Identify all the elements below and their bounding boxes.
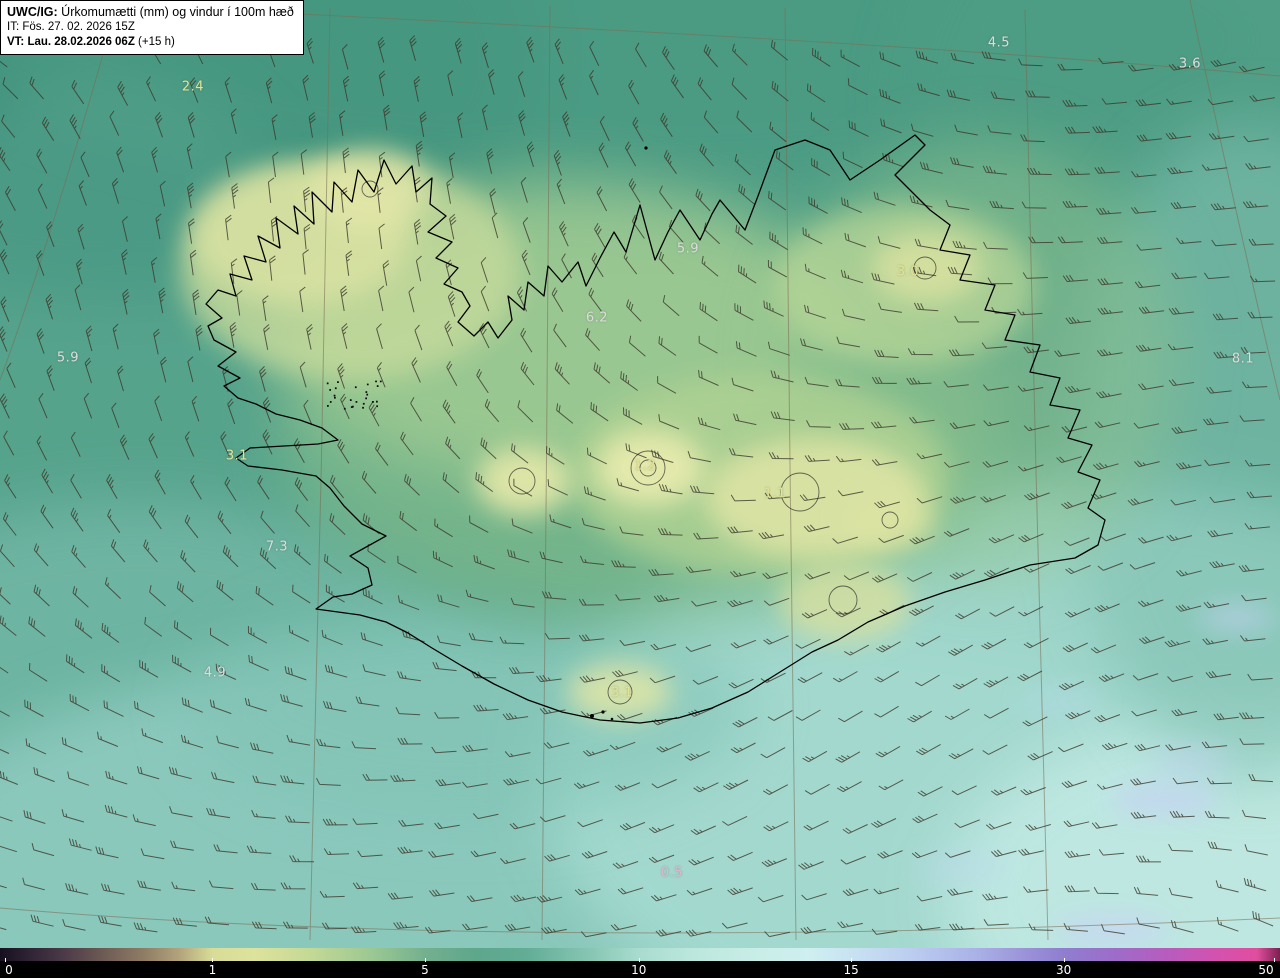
weather-map-page: 4.5 3.6 2.4 5.9 3.0 6.2 5.9 8.1 3.1 1.2 1.1 7.3 4.9 3… <box>0 0 1280 978</box>
colorbar-tick-mark <box>638 958 640 962</box>
colorbar-tick-mark <box>851 958 853 962</box>
model-name: UWC/IG: <box>7 5 58 19</box>
valid-time-offset: (+15 h) <box>134 36 175 49</box>
map-title: Úrkomumætti (mm) og vindur í 100m hæð <box>57 5 294 19</box>
map-title-line: UWC/IG: Úrkomumætti (mm) og vindur í 100… <box>7 4 294 20</box>
colorbar-tick-label: 50 <box>1258 963 1274 977</box>
colorbar-tick-label: 10 <box>631 963 647 977</box>
precip-field-layer <box>0 0 1280 948</box>
colorbar: 0 1 5 10 15 30 50 <box>0 948 1280 978</box>
colorbar-tick-label: 5 <box>421 963 429 977</box>
colorbar-tick-mark <box>212 958 214 962</box>
valid-time-line: VT: Lau. 28.02.2026 06Z (+15 h) <box>7 35 294 50</box>
colorbar-tick-mark <box>424 958 426 962</box>
colorbar-tick-mark <box>1273 958 1275 962</box>
colorbar-tick-label: 0 <box>5 963 13 977</box>
init-time: IT: Fös. 27. 02. 2026 15Z <box>7 21 135 34</box>
valid-time: VT: Lau. 28.02.2026 06Z <box>7 36 135 49</box>
colorbar-tick-label: 1 <box>208 963 217 977</box>
colorbar-tick-label: 30 <box>1056 963 1072 977</box>
colorbar-tick-label: 15 <box>843 963 859 977</box>
colorbar-tick-mark <box>5 958 7 962</box>
colorbar-gradient <box>0 948 1280 961</box>
colorbar-tick-mark <box>1063 958 1065 962</box>
title-box: UWC/IG: Úrkomumætti (mm) og vindur í 100… <box>0 0 304 56</box>
weather-map-canvas <box>0 0 1280 948</box>
colorbar-ticks: 0 1 5 10 15 30 50 <box>0 958 1280 978</box>
